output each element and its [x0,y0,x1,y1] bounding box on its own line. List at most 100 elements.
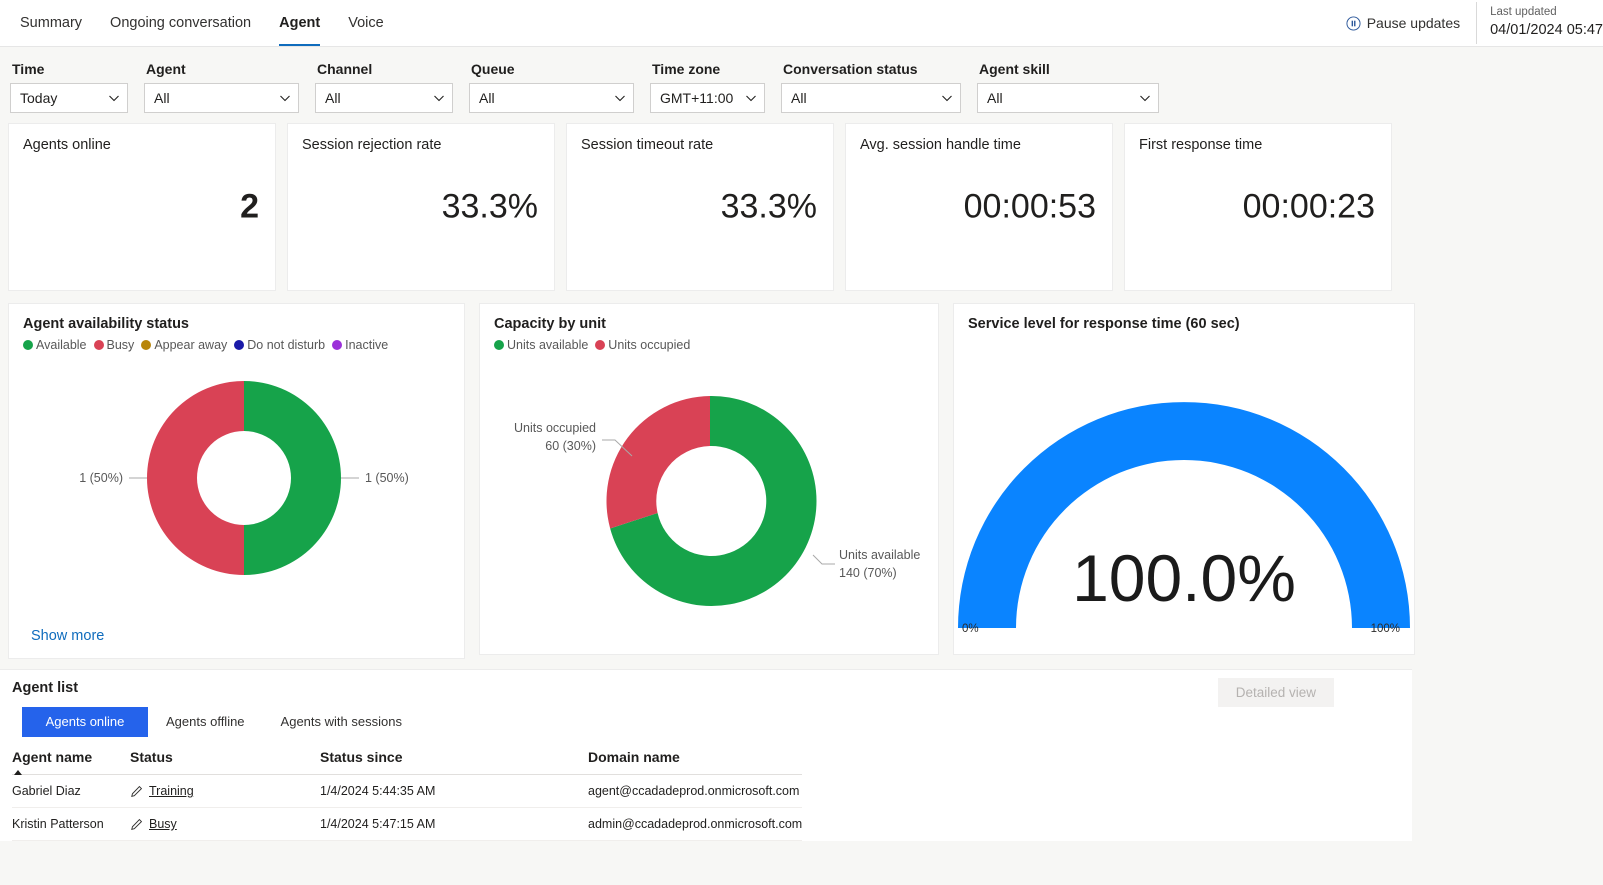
leader-line-available [812,554,835,565]
filter-queue: Queue All [469,61,634,113]
filter-agent-skill-value: All [987,90,1003,106]
edit-pencil-icon[interactable] [130,818,143,831]
header-right-group: Pause updates Last updated 04/01/2024 05… [1346,0,1603,46]
pivot-agents-online[interactable]: Agents online [22,707,148,737]
tab-voice[interactable]: Voice [334,0,397,46]
kpi-card-session-rejection-rate[interactable]: Session rejection rate 33.3% [287,123,555,291]
capacity-legend: Units available Units occupied [480,332,938,352]
cell-status-since: 1/4/2024 5:47:15 AM [320,807,588,841]
filter-time-select[interactable]: Today [10,83,128,113]
chevron-down-icon [434,95,444,102]
filter-conversation-status: Conversation status All [781,61,961,113]
legend-swatch-icon [23,340,33,350]
column-header-label: Agent name [12,749,93,765]
column-header-domain-name[interactable]: Domain name [588,749,802,775]
filter-channel-label: Channel [317,61,373,77]
filter-conversation-status-label: Conversation status [783,61,918,77]
kpi-card-session-timeout-rate[interactable]: Session timeout rate 33.3% [566,123,834,291]
legend-item-busy[interactable]: Busy [93,338,135,352]
edit-pencil-icon[interactable] [130,785,143,798]
filter-agent-skill-select[interactable]: All [977,83,1159,113]
tab-summary[interactable]: Summary [6,0,96,46]
kpi-card-agents-online[interactable]: Agents online 2 [8,123,276,291]
show-more-link[interactable]: Show more [31,628,104,644]
panel-title: Capacity by unit [494,316,606,332]
legend-item-available[interactable]: Available [23,338,87,352]
pause-updates-button[interactable]: Pause updates [1346,15,1476,31]
filter-time-value: Today [20,90,58,106]
kpi-value: 33.3% [441,187,538,226]
filter-bar: Time Today Agent All Channel All Queue A… [0,47,1603,123]
kpi-card-first-response-time[interactable]: First response time 00:00:23 [1124,123,1392,291]
kpi-value: 00:00:53 [963,187,1096,226]
legend-item-appear-away[interactable]: Appear away [141,338,227,352]
filter-queue-select[interactable]: All [469,83,634,113]
filter-conversation-status-value: All [791,90,807,106]
cell-agent-name: Gabriel Diaz [12,774,130,808]
pivot-label: Agents online [45,714,125,729]
column-header-status-since[interactable]: Status since [320,749,588,775]
donut-label-units-occupied: Units occupied [514,421,596,435]
table-row[interactable]: Kristin Patterson Busy 1/4/2024 5:47:15 … [12,807,802,841]
service-level-gauge-chart[interactable]: 100.0% 0% 100% [954,332,1414,651]
last-updated: Last updated 04/01/2024 05:47 [1476,2,1603,44]
agent-list-section: Agent list Detailed view Agents online A… [0,669,1412,841]
legend-swatch-icon [234,340,245,350]
tab-ongoing-conversation[interactable]: Ongoing conversation [96,0,265,46]
chevron-down-icon [1140,95,1150,102]
legend-item-inactive[interactable]: Inactive [332,338,388,352]
availability-donut-chart[interactable]: 1 (50%) 1 (50%) [9,352,464,607]
status-link[interactable]: Busy [149,817,177,831]
filter-channel-select[interactable]: All [315,83,453,113]
filter-channel: Channel All [315,61,453,113]
chevron-down-icon [746,95,756,102]
filter-agent-value: All [154,90,170,106]
column-header-label: Status [130,749,173,765]
column-header-label: Domain name [588,749,680,765]
tab-voice-label: Voice [348,15,384,31]
column-header-label: Status since [320,749,403,765]
capacity-donut-chart[interactable]: Units occupied 60 (30%) Units available … [480,352,938,637]
pivot-agents-offline[interactable]: Agents offline [148,707,263,737]
table-row[interactable]: Gabriel Diaz Training 1/4/2024 5:44:35 A… [12,774,802,808]
gauge-svg: 100.0% [958,402,1410,628]
top-tab-bar: Summary Ongoing conversation Agent Voice… [0,0,1603,47]
kpi-card-avg-session-handle-time[interactable]: Avg. session handle time 00:00:53 [845,123,1113,291]
filter-time-label: Time [12,61,45,77]
pivot-agents-with-sessions[interactable]: Agents with sessions [263,707,420,737]
donut-label-units-occupied-value: 60 (30%) [545,439,596,453]
filter-timezone-select[interactable]: GMT+11:00 [650,83,765,113]
donut-label-units-available: Units available [839,548,920,562]
filter-agent: Agent All [144,61,299,113]
donut-label-available: 1 (50%) [365,471,409,485]
legend-item-units-occupied[interactable]: Units occupied [595,338,690,352]
panel-title: Service level for response time (60 sec) [968,316,1240,332]
column-header-status[interactable]: Status [130,749,320,775]
last-updated-value: 04/01/2024 05:47 [1490,21,1603,38]
tab-agent[interactable]: Agent [265,0,334,46]
gauge-max-label: 100% [1370,623,1400,635]
panel-agent-availability-status: Agent availability status Available Busy… [8,303,465,659]
legend-item-units-available[interactable]: Units available [494,338,588,352]
filter-agent-skill-label: Agent skill [979,61,1050,77]
legend-swatch-icon [141,340,152,350]
status-link[interactable]: Training [149,784,194,798]
cell-agent-name: Kristin Patterson [12,807,130,841]
legend-item-do-not-disturb[interactable]: Do not disturb [234,338,325,352]
tab-agent-label: Agent [279,15,321,31]
kpi-title: Agents online [23,137,111,153]
filter-conversation-status-select[interactable]: All [781,83,961,113]
donut-slice-units-occupied [606,396,710,529]
tab-ongoing-conversation-label: Ongoing conversation [110,15,252,31]
legend-label: Units occupied [608,338,691,352]
detailed-view-button[interactable]: Detailed view [1217,678,1334,707]
filter-timezone-label: Time zone [652,61,721,77]
legend-label: Inactive [345,338,389,352]
legend-label: Appear away [154,338,228,352]
filter-channel-value: All [325,90,341,106]
cell-domain-name: admin@ccadadeprod.onmicrosoft.com [588,807,802,841]
legend-swatch-icon [93,340,104,350]
legend-label: Busy [106,338,135,352]
column-header-agent-name[interactable]: Agent name [12,749,130,775]
filter-agent-select[interactable]: All [144,83,299,113]
